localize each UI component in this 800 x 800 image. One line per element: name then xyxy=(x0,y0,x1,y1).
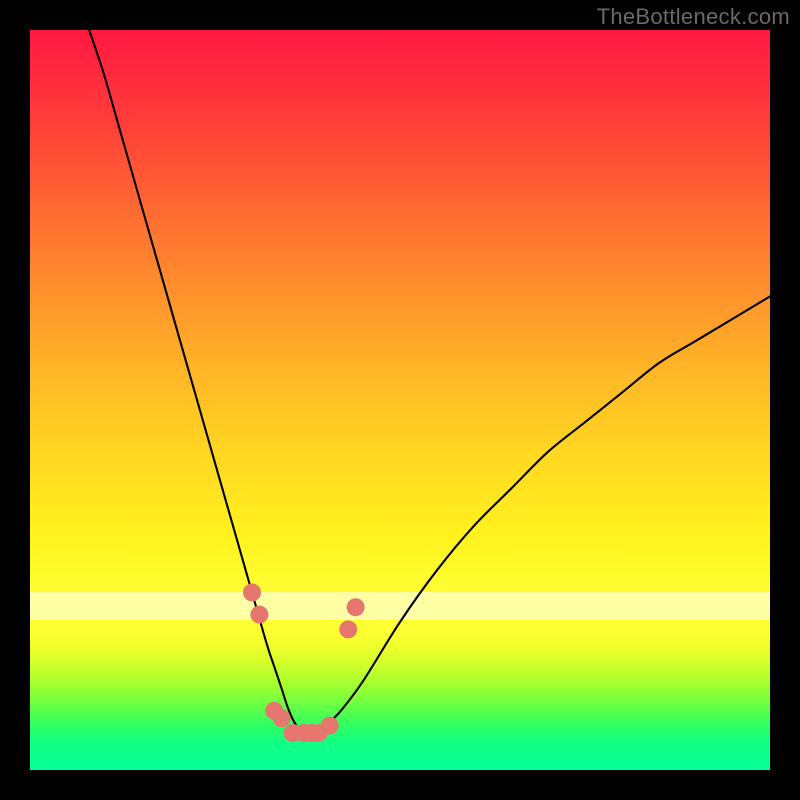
bottleneck-curve xyxy=(89,30,770,734)
plot-area xyxy=(30,30,770,770)
curve-marker xyxy=(321,717,339,735)
watermark-text: TheBottleneck.com xyxy=(597,4,790,30)
curve-marker xyxy=(339,620,357,638)
curve-marker xyxy=(250,606,268,624)
curve-marker xyxy=(273,709,291,727)
curve-marker xyxy=(243,583,261,601)
curve-marker xyxy=(347,598,365,616)
outer-frame: TheBottleneck.com xyxy=(0,0,800,800)
marker-group xyxy=(243,583,365,742)
curve-svg xyxy=(30,30,770,770)
